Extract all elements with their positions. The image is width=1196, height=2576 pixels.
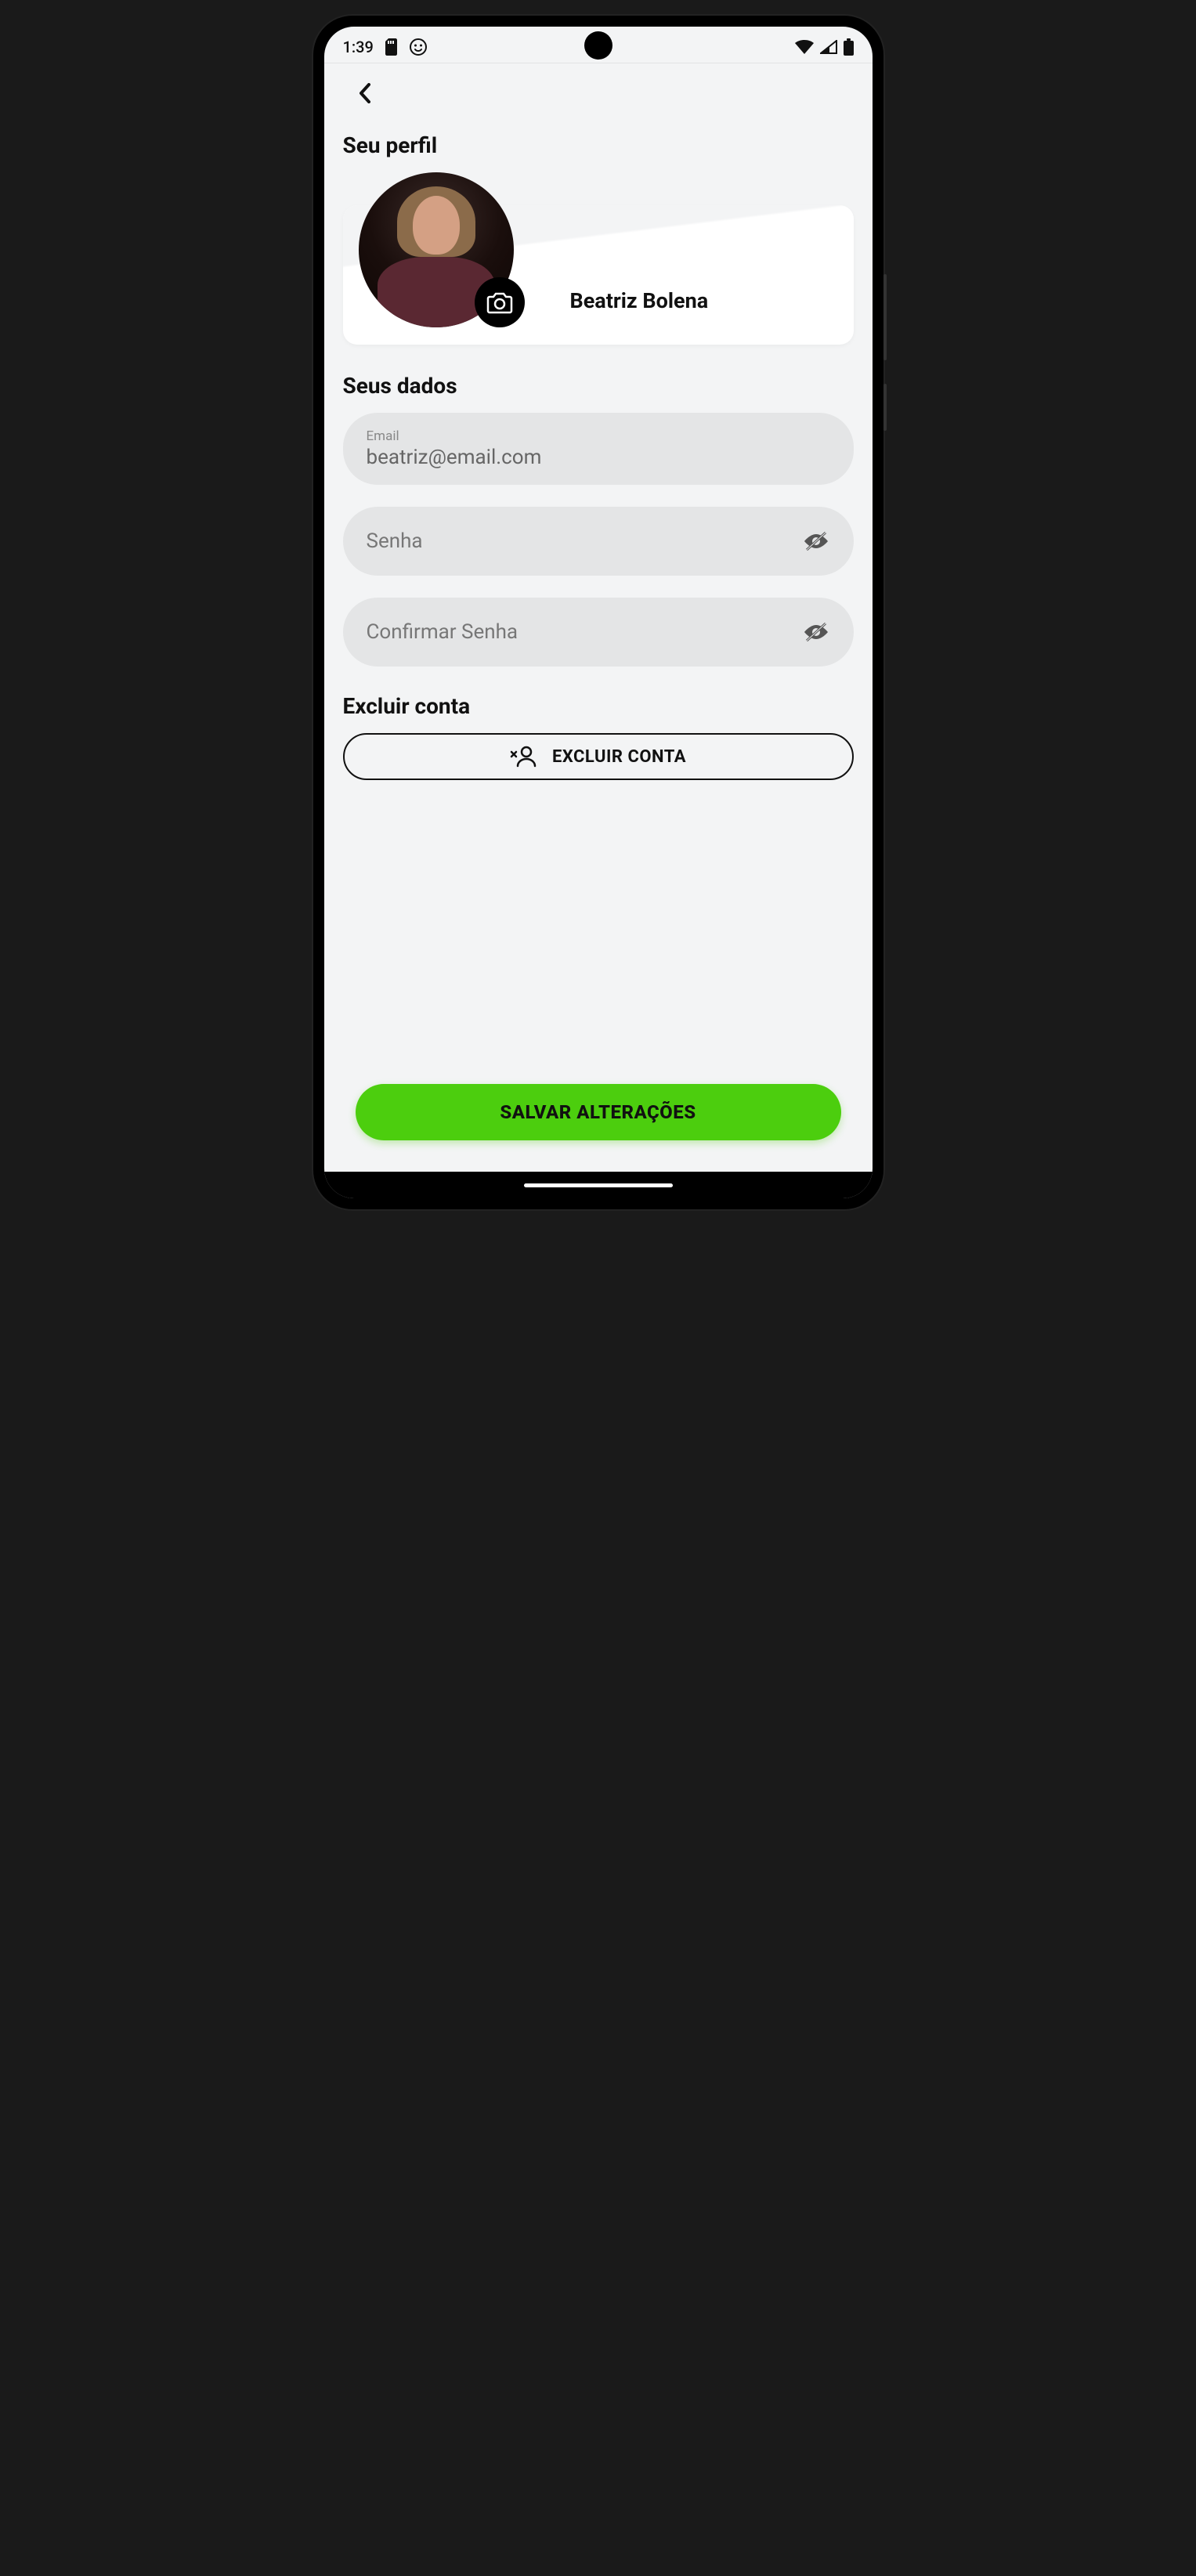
profile-name: Beatriz Bolena (570, 288, 709, 313)
navigation-bar (324, 1172, 873, 1198)
save-button[interactable]: SALVAR ALTERAÇÕES (356, 1084, 841, 1140)
status-time: 1:39 (343, 38, 374, 56)
person-remove-icon (510, 746, 537, 768)
email-field[interactable]: Email beatriz@email.com (343, 413, 854, 485)
password-field[interactable]: Senha (343, 507, 854, 576)
delete-button-label: EXCLUIR CONTA (552, 747, 686, 767)
form-fields: Email beatriz@email.com Senha (343, 413, 854, 667)
power-button (883, 384, 887, 431)
status-right (795, 38, 854, 56)
back-button[interactable] (349, 78, 381, 109)
profile-card: Beatriz Bolena (343, 205, 854, 345)
battery-icon (844, 38, 854, 56)
avatar-container (359, 172, 514, 327)
volume-button (883, 274, 887, 360)
toggle-confirm-password-visibility[interactable] (802, 620, 830, 644)
email-label: Email (367, 428, 830, 444)
status-left: 1:39 (343, 38, 427, 56)
face-icon (410, 38, 427, 56)
change-photo-button[interactable] (475, 277, 525, 327)
content-area: Seu perfil Beatriz Bolena (324, 63, 873, 1172)
delete-section-title: Excluir conta (343, 693, 854, 719)
eye-off-icon (802, 620, 830, 644)
confirm-password-field[interactable]: Confirmar Senha (343, 598, 854, 667)
profile-section-title: Seu perfil (343, 132, 854, 158)
home-handle[interactable] (524, 1183, 673, 1187)
sd-card-icon (385, 38, 399, 56)
password-placeholder: Senha (367, 529, 802, 553)
eye-off-icon (802, 529, 830, 553)
signal-icon (820, 40, 837, 54)
delete-account-button[interactable]: EXCLUIR CONTA (343, 733, 854, 780)
data-section-title: Seus dados (343, 373, 854, 399)
phone-frame: 1:39 (313, 16, 883, 1209)
camera-notch (584, 31, 612, 60)
camera-icon (486, 291, 513, 314)
phone-screen: 1:39 (324, 27, 873, 1198)
save-button-label: SALVAR ALTERAÇÕES (500, 1101, 696, 1123)
chevron-left-icon (359, 83, 371, 103)
wifi-icon (795, 40, 814, 54)
confirm-password-placeholder: Confirmar Senha (367, 620, 802, 644)
email-value: beatriz@email.com (367, 446, 830, 469)
toggle-password-visibility[interactable] (802, 529, 830, 553)
